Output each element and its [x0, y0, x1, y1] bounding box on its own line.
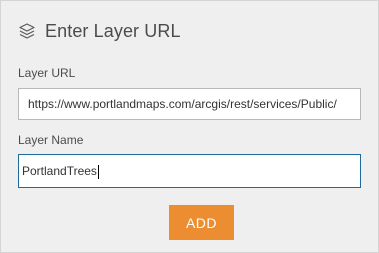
layer-name-label: Layer Name [18, 133, 84, 147]
layer-name-value: PortlandTrees [22, 164, 97, 178]
text-caret [97, 164, 99, 179]
layer-name-input[interactable]: PortlandTrees [18, 154, 361, 188]
enter-layer-url-panel: Enter Layer URL Layer URL https://www.po… [0, 0, 379, 253]
panel-header: Enter Layer URL [18, 20, 181, 42]
panel-title: Enter Layer URL [45, 20, 181, 41]
add-button[interactable]: ADD [169, 205, 234, 240]
layer-url-value: https://www.portlandmaps.com/arcgis/rest… [28, 97, 337, 111]
layer-url-label: Layer URL [18, 66, 76, 80]
layers-icon [18, 22, 36, 40]
layer-url-input[interactable]: https://www.portlandmaps.com/arcgis/rest… [18, 88, 361, 120]
